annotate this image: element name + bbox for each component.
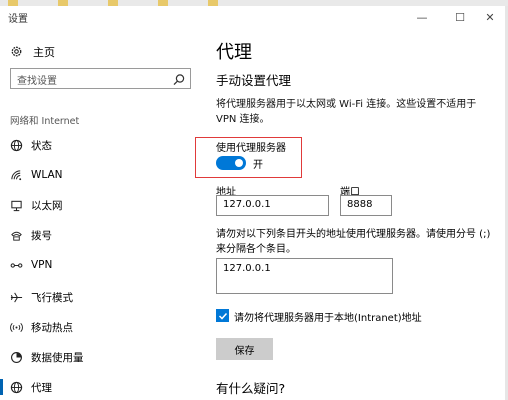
search-input[interactable]: 查找设置 — [10, 68, 191, 89]
sidebar-item-label: 飞行模式 — [31, 291, 73, 304]
search-icon[interactable] — [172, 72, 186, 86]
airplane-icon — [9, 290, 23, 304]
sidebar-item-wlan[interactable]: WLAN — [0, 164, 202, 186]
sidebar-item-dialup[interactable]: 拨号 — [0, 224, 202, 246]
exceptions-textarea[interactable]: 127.0.0.1 — [216, 258, 393, 294]
section-title: 网络和 Internet — [10, 116, 80, 127]
sidebar-item-label: 拨号 — [31, 229, 52, 242]
vpn-icon — [9, 258, 23, 272]
minimize-button[interactable]: — — [406, 8, 438, 26]
port-input[interactable]: 8888 — [340, 195, 392, 216]
ethernet-icon — [9, 198, 23, 212]
address-input[interactable]: 127.0.0.1 — [216, 195, 329, 216]
sidebar-item-label: 状态 — [31, 139, 52, 152]
sidebar-item-ethernet[interactable]: 以太网 — [0, 194, 202, 216]
sidebar-item-label: 移动热点 — [31, 321, 73, 334]
window-title: 设置 — [8, 14, 28, 25]
maximize-icon: ☐ — [455, 10, 465, 24]
sidebar-item-status[interactable]: 状态 — [0, 134, 202, 156]
questions-heading: 有什么疑问? — [216, 381, 286, 396]
close-icon: ✕ — [485, 10, 495, 24]
use-proxy-toggle[interactable] — [216, 156, 246, 170]
home-link[interactable]: 主页 — [10, 42, 55, 62]
toggle-state-text: 开 — [253, 160, 263, 171]
main-panel: 代理 手动设置代理 将代理服务器用于以太网或 Wi-Fi 连接。这些设置不适用于… — [195, 30, 505, 400]
sidebar-item-label: 以太网 — [31, 199, 63, 212]
minimize-icon: — — [416, 10, 428, 24]
wifi-icon — [9, 168, 23, 182]
sidebar: 主页 查找设置 网络和 Internet 状态 WLAN 以太网 拨号 VPN … — [0, 30, 202, 400]
sidebar-item-vpn[interactable]: VPN — [0, 254, 202, 276]
sidebar-item-airplane-mode[interactable]: 飞行模式 — [0, 286, 202, 308]
exceptions-description: 请勿对以下列条目开头的地址使用代理服务器。请使用分号 (;) 来分隔各个条目。 — [216, 229, 491, 255]
gear-icon — [10, 43, 23, 62]
sidebar-item-hotspot[interactable]: 移动热点 — [0, 316, 202, 338]
sidebar-item-label: 数据使用量 — [31, 351, 84, 364]
title-bar: 设置 — ☐ ✕ — [0, 6, 508, 30]
local-address-checkbox[interactable] — [216, 309, 229, 322]
checkmark-icon — [218, 312, 227, 320]
local-address-label: 请勿将代理服务器用于本地(Intranet)地址 — [234, 313, 422, 324]
save-button[interactable]: 保存 — [216, 338, 273, 360]
sidebar-item-label: VPN — [31, 259, 53, 271]
maximize-button[interactable]: ☐ — [444, 8, 476, 26]
sidebar-item-label: WLAN — [31, 169, 63, 181]
sidebar-item-label: 代理 — [31, 381, 52, 394]
close-button[interactable]: ✕ — [474, 8, 506, 26]
manual-proxy-heading: 手动设置代理 — [216, 73, 292, 88]
page-title: 代理 — [216, 42, 252, 63]
globe-icon — [9, 380, 23, 394]
toggle-knob — [235, 159, 243, 167]
dialup-icon — [9, 228, 23, 242]
sidebar-item-data-usage[interactable]: 数据使用量 — [0, 346, 202, 368]
globe-icon — [9, 138, 23, 152]
proxy-description: 将代理服务器用于以太网或 Wi-Fi 连接。这些设置不适用于 VPN 连接。 — [216, 99, 477, 125]
data-usage-icon — [9, 350, 23, 364]
hotspot-icon — [9, 320, 23, 334]
active-indicator — [0, 379, 3, 395]
search-placeholder: 查找设置 — [17, 76, 57, 87]
use-proxy-label: 使用代理服务器 — [216, 143, 286, 154]
home-label: 主页 — [33, 46, 55, 59]
sidebar-item-proxy[interactable]: 代理 — [0, 376, 202, 398]
